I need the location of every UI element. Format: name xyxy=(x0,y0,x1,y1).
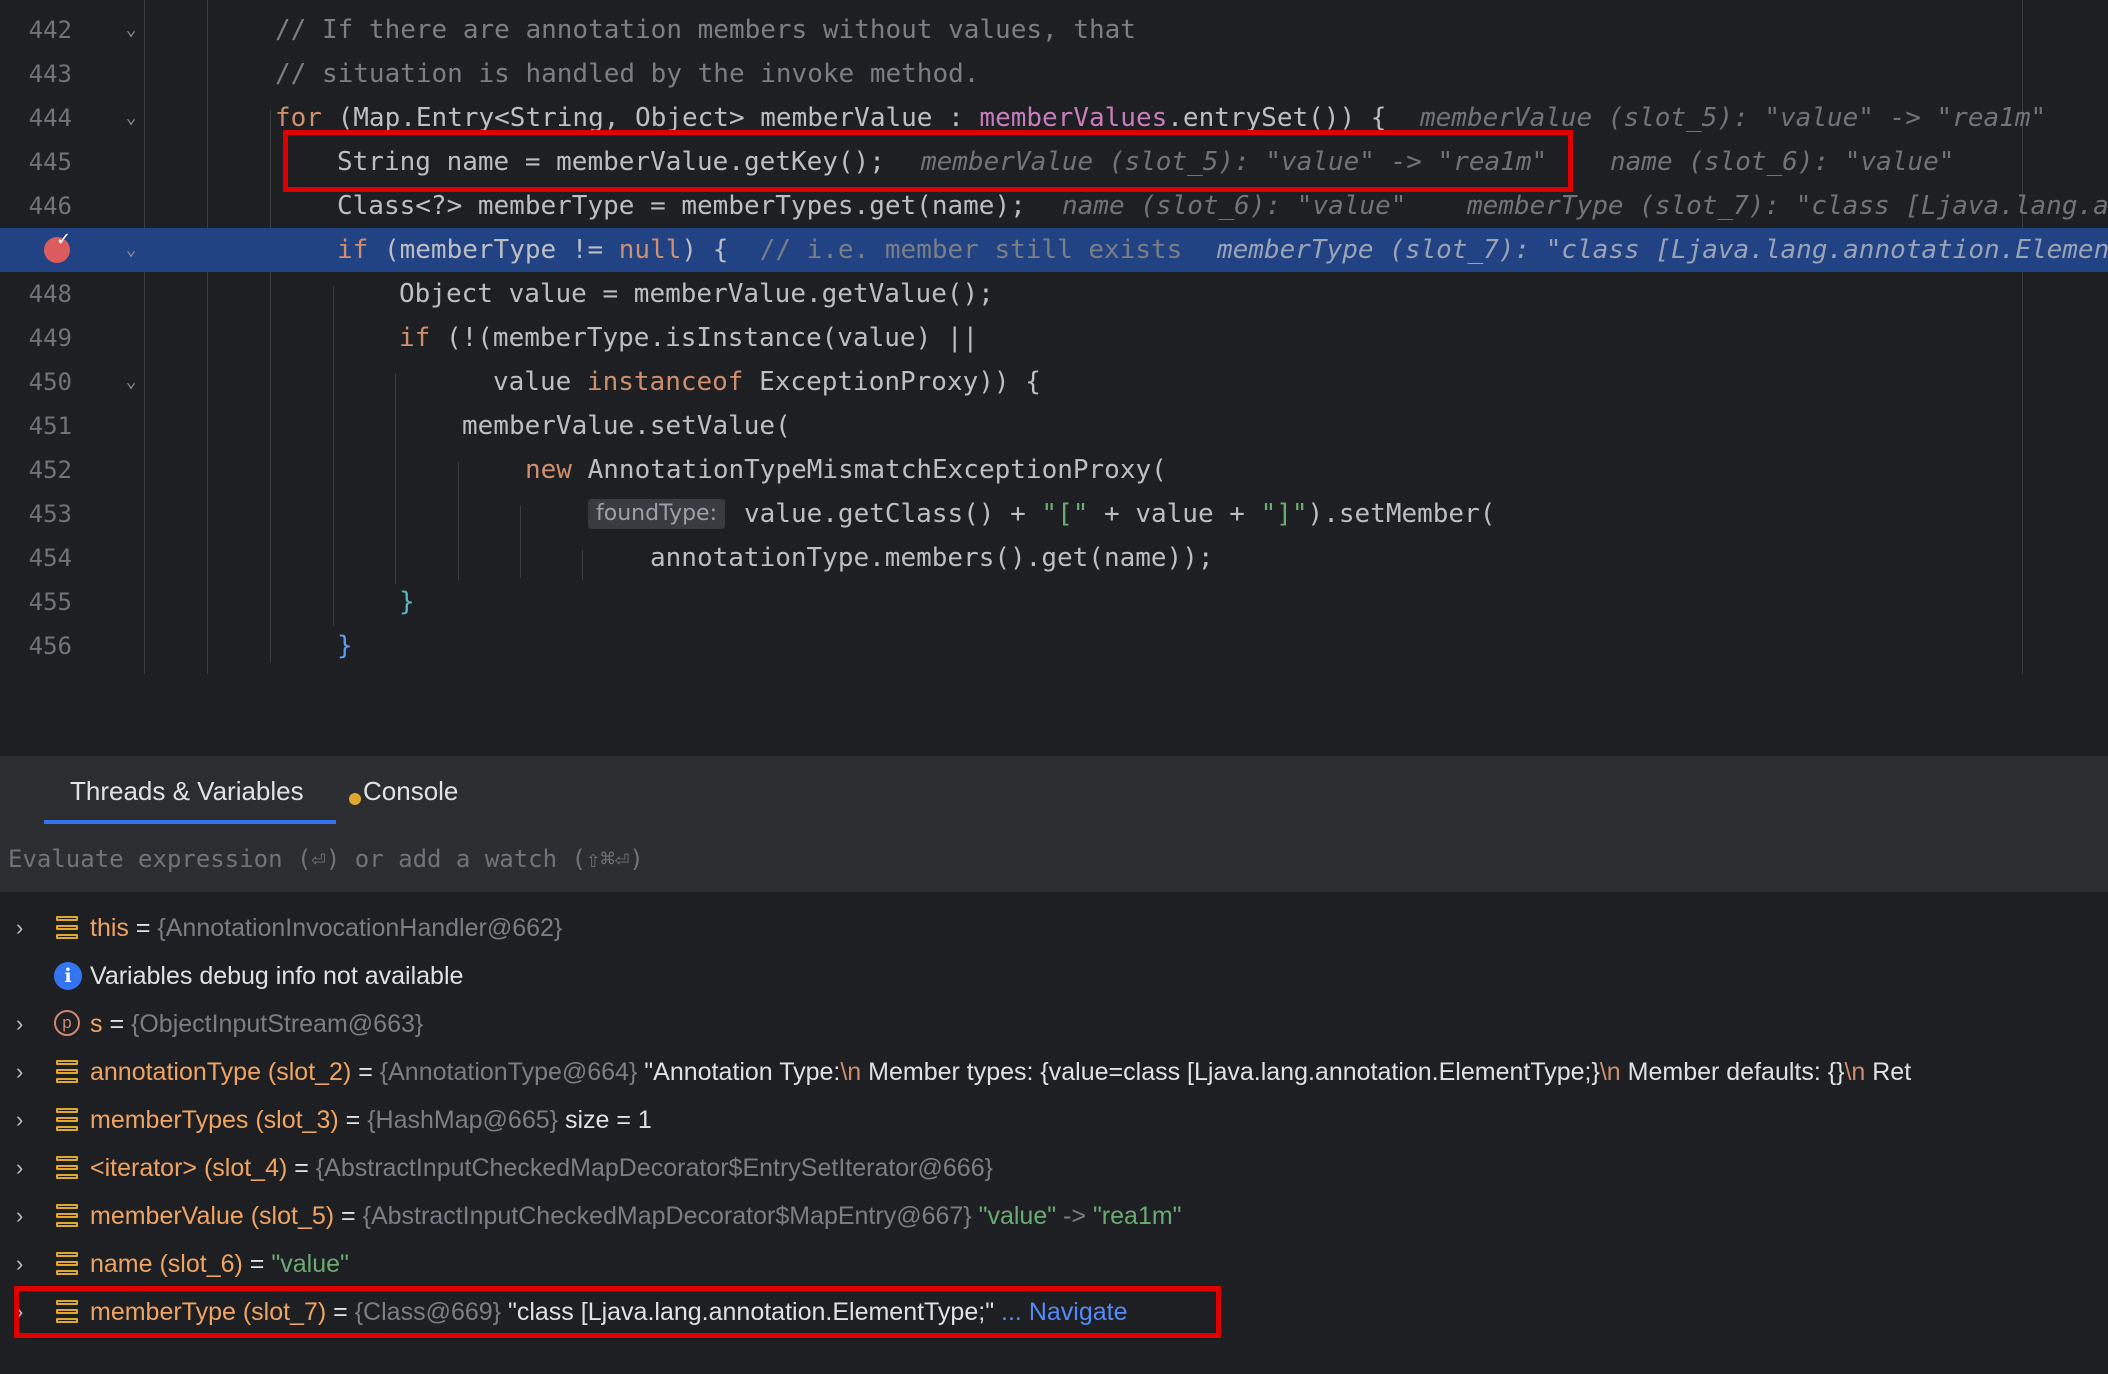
info-message: Variables debug info not available xyxy=(90,962,464,990)
code-line[interactable]: 452 new AnnotationTypeMismatchExceptionP… xyxy=(0,448,2108,492)
tab-threads-variables[interactable]: Threads & Variables xyxy=(70,756,304,826)
expand-chevron-icon[interactable]: › xyxy=(16,1000,23,1048)
line-number: 454 xyxy=(28,544,72,572)
code-line[interactable]: 448 Object value = memberValue.getValue(… xyxy=(0,272,2108,316)
field-icon xyxy=(56,1156,78,1180)
fold-chevron-icon[interactable]: ⌄ xyxy=(120,360,142,404)
code-text: memberValue.setValue( xyxy=(462,411,791,441)
line-number: 449 xyxy=(28,324,72,352)
code-text: // If there are annotation members witho… xyxy=(275,15,1136,45)
code-line[interactable]: 456 } xyxy=(0,624,2108,668)
tab-console[interactable]: Console xyxy=(363,756,458,826)
code-text: new AnnotationTypeMismatchExceptionProxy… xyxy=(525,455,1167,485)
code-line[interactable]: 453 foundType: value.getClass() + "[" + … xyxy=(0,492,2108,536)
variable-name: this xyxy=(90,914,129,942)
code-text: if (memberType != null) { // i.e. member… xyxy=(337,235,1183,265)
code-text: } xyxy=(399,587,415,617)
fold-chevron-icon[interactable]: ⌄ xyxy=(120,228,142,272)
variable-name: s xyxy=(90,1010,103,1038)
variable-row[interactable]: › p s = {ObjectInputStream@663} xyxy=(0,1000,2108,1048)
code-line[interactable]: 450 ⌄ value instanceof ExceptionProxy)) … xyxy=(0,360,2108,404)
expand-chevron-icon[interactable]: › xyxy=(16,1240,23,1288)
expand-chevron-icon[interactable]: › xyxy=(16,1192,23,1240)
variable-type: {AbstractInputCheckedMapDecorator$MapEnt… xyxy=(362,1202,972,1230)
code-text: // situation is handled by the invoke me… xyxy=(275,59,980,89)
variable-name: annotationType (slot_2) xyxy=(90,1058,352,1086)
variables-tree: › this = {AnnotationInvocationHandler@66… xyxy=(0,892,2108,1374)
code-text: annotationType.members().get(name)); xyxy=(650,543,1214,573)
variable-name: memberTypes (slot_3) xyxy=(90,1106,339,1134)
variable-row[interactable]: › memberValue (slot_5) = {AbstractInputC… xyxy=(0,1192,2108,1240)
code-line[interactable]: 455 } xyxy=(0,580,2108,624)
variable-type: {AnnotationInvocationHandler@662} xyxy=(157,914,563,942)
field-icon xyxy=(56,916,78,940)
code-line[interactable]: 451 memberValue.setValue( xyxy=(0,404,2108,448)
field-icon xyxy=(56,1204,78,1228)
code-line[interactable]: 449 if (!(memberType.isInstance(value) |… xyxy=(0,316,2108,360)
evaluate-expression-input[interactable] xyxy=(0,826,2100,892)
inline-debug-value: memberType (slot_7): "class [Ljava.lang.… xyxy=(1217,235,2108,265)
variable-name: name (slot_6) xyxy=(90,1250,243,1278)
inline-debug-value: name (slot_6): "value" xyxy=(1610,147,1955,177)
debug-tab-bar: Threads & Variables Console xyxy=(0,756,2108,827)
code-line[interactable]: 443 // situation is handled by the invok… xyxy=(0,52,2108,96)
line-number: 450 xyxy=(28,368,72,396)
expand-chevron-icon[interactable]: › xyxy=(16,1144,23,1192)
expand-chevron-icon[interactable]: › xyxy=(16,904,23,952)
variable-name: <iterator> (slot_4) xyxy=(90,1154,288,1182)
field-icon xyxy=(56,1108,78,1132)
fold-chevron-icon[interactable]: ⌄ xyxy=(120,96,142,140)
fold-chevron-icon[interactable]: ⌄ xyxy=(120,8,142,52)
variable-type: {AbstractInputCheckedMapDecorator$EntryS… xyxy=(315,1154,993,1182)
line-number: 443 xyxy=(28,60,72,88)
code-text: Object value = memberValue.getValue(); xyxy=(399,279,994,309)
variable-row[interactable]: › <iterator> (slot_4) = {AbstractInputCh… xyxy=(0,1144,2108,1192)
variable-type: {HashMap@665} xyxy=(367,1106,558,1134)
variable-value: size = 1 xyxy=(564,1106,652,1134)
code-line[interactable]: 454 annotationType.members().get(name)); xyxy=(0,536,2108,580)
line-number: 442 xyxy=(28,16,72,44)
code-editor[interactable]: 442 ⌄ // If there are annotation members… xyxy=(0,0,2108,674)
line-number: 455 xyxy=(28,588,72,616)
line-number: 451 xyxy=(28,412,72,440)
variable-name: memberValue (slot_5) xyxy=(90,1202,335,1230)
info-row: i Variables debug info not available xyxy=(0,952,2108,1000)
variable-type: {ObjectInputStream@663} xyxy=(131,1010,424,1038)
console-icon xyxy=(349,793,361,805)
variable-row[interactable]: › name (slot_6) = "value" xyxy=(0,1240,2108,1288)
line-number: 446 xyxy=(28,192,72,220)
line-number: 453 xyxy=(28,500,72,528)
evaluate-bar xyxy=(0,826,2108,893)
highlight-box xyxy=(283,130,1573,192)
field-icon xyxy=(56,1060,78,1084)
code-text: if (!(memberType.isInstance(value) || xyxy=(399,323,979,353)
expand-chevron-icon[interactable]: › xyxy=(16,1096,23,1144)
variable-value: "value" xyxy=(271,1250,349,1278)
code-text: value instanceof ExceptionProxy)) { xyxy=(493,367,1041,397)
line-number: 448 xyxy=(28,280,72,308)
code-line[interactable]: 442 ⌄ // If there are annotation members… xyxy=(0,8,2108,52)
line-number: 444 xyxy=(28,104,72,132)
code-text: } xyxy=(337,631,353,661)
field-icon xyxy=(56,1252,78,1276)
line-number: 445 xyxy=(28,148,72,176)
checkmark-icon: ✓ xyxy=(56,229,72,250)
variable-type: {AnnotationType@664} xyxy=(379,1058,638,1086)
current-execution-line[interactable]: ✓ ⌄ if (memberType != null) { // i.e. me… xyxy=(0,228,2108,272)
highlight-box xyxy=(14,1286,1221,1338)
parameter-icon: p xyxy=(54,1010,80,1036)
variable-row[interactable]: › annotationType (slot_2) = {AnnotationT… xyxy=(0,1048,2108,1096)
parameter-hint: foundType: xyxy=(588,499,725,529)
expand-chevron-icon[interactable]: › xyxy=(16,1048,23,1096)
code-text: value.getClass() + "[" + value + "]").se… xyxy=(744,499,1496,529)
line-number: 456 xyxy=(28,632,72,660)
info-icon: i xyxy=(54,962,82,990)
active-tab-indicator xyxy=(44,820,336,824)
variable-row[interactable]: › memberTypes (slot_3) = {HashMap@665} s… xyxy=(0,1096,2108,1144)
line-number: 452 xyxy=(28,456,72,484)
variable-row[interactable]: › this = {AnnotationInvocationHandler@66… xyxy=(0,904,2108,952)
